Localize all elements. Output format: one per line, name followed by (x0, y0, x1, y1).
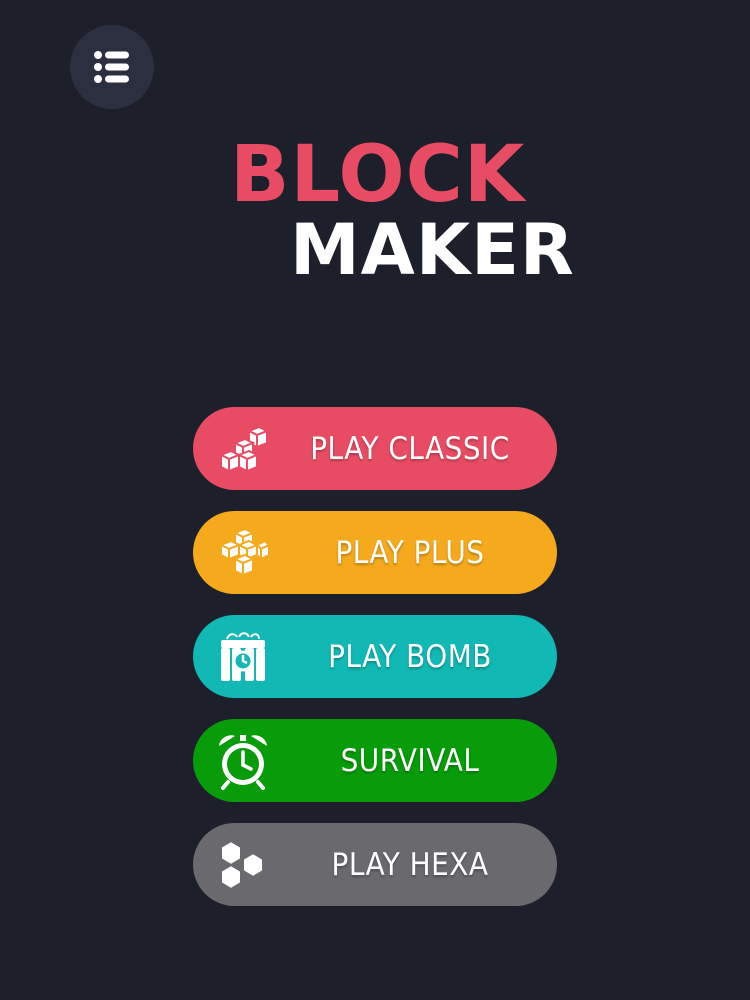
play-classic-label: PLAY CLASSIC (310, 430, 510, 467)
survival-label: SURVIVAL (340, 742, 480, 779)
play-plus-button[interactable]: PLAY PLUS (193, 511, 557, 594)
mode-list: PLAY CLASSIC PLAY PLUS PLAY BOMB SURVIVA… (193, 407, 557, 927)
play-hexa-label: PLAY HEXA (331, 846, 489, 883)
play-classic-button[interactable]: PLAY CLASSIC (193, 407, 557, 490)
title-maker: MAKER (290, 209, 575, 291)
list-icon (94, 51, 129, 83)
survival-button[interactable]: SURVIVAL (193, 719, 557, 802)
play-plus-label: PLAY PLUS (335, 534, 485, 571)
play-bomb-button[interactable]: PLAY BOMB (193, 615, 557, 698)
title-block: BLOCK (230, 130, 526, 220)
menu-button[interactable] (70, 25, 154, 109)
play-bomb-label: PLAY BOMB (328, 638, 492, 675)
play-hexa-button[interactable]: PLAY HEXA (193, 823, 557, 906)
